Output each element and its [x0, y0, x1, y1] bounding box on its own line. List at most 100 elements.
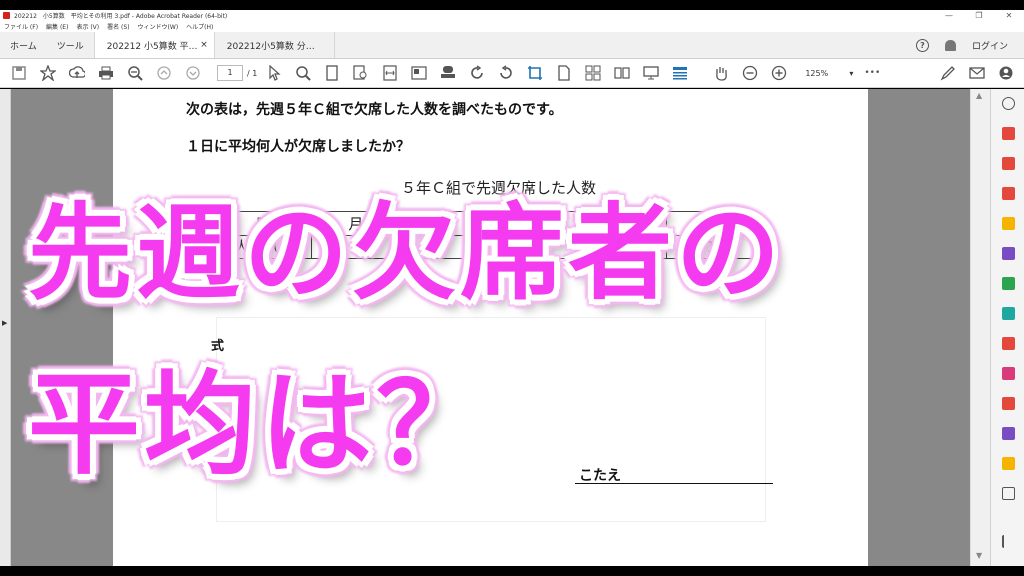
organize-pages-icon[interactable] — [1002, 307, 1015, 320]
tab-document-active[interactable]: 202212 小5算数 平… × — [93, 32, 214, 58]
image-page-icon[interactable] — [408, 62, 430, 84]
work-area — [216, 317, 766, 522]
table-cell: 金 — [666, 211, 756, 236]
rotate-counterclockwise-icon[interactable] — [495, 62, 517, 84]
fill-sign-icon[interactable] — [1002, 247, 1015, 260]
fit-page-icon[interactable] — [321, 62, 343, 84]
right-tools-panel — [990, 89, 1024, 566]
rotate-clockwise-icon[interactable] — [466, 62, 488, 84]
table-cell: 火 — [399, 211, 490, 236]
menu-file[interactable]: ファイル (F) — [4, 22, 38, 31]
search-tools-icon[interactable] — [1002, 97, 1015, 110]
page-up-icon[interactable] — [153, 62, 175, 84]
more-tools-add-icon[interactable] — [1002, 487, 1015, 500]
restore-button[interactable]: ❐ — [964, 11, 994, 20]
tab-document-title-2: 202212小5算数 分… — [226, 41, 315, 52]
two-page-icon[interactable] — [582, 62, 604, 84]
main-toolbar: 1 / 1 125% ▾ ••• — [0, 59, 1024, 88]
vertical-scrollbar[interactable]: ▲ ▼ — [970, 89, 990, 566]
table-caption: ５年Ｃ組で先週欠席した人数 — [401, 179, 597, 197]
zoom-marquee-icon[interactable] — [292, 62, 314, 84]
table-cell: 水 — [488, 211, 579, 236]
left-panel-collapsed[interactable]: ▶ — [0, 89, 11, 566]
tab-document-second[interactable]: 202212小5算数 分… — [213, 32, 334, 58]
menu-sign[interactable]: 署名 (S) — [107, 22, 129, 31]
login-button[interactable]: ログイン — [972, 39, 1008, 52]
export-pdf-icon[interactable] — [1002, 187, 1015, 200]
help-icon[interactable]: ? — [915, 38, 929, 52]
tab-home[interactable]: ホーム — [0, 32, 47, 58]
protect-icon[interactable] — [1002, 367, 1015, 380]
question-text-1: 次の表は，先週５年Ｃ組で欠席した人数を調べたものです。 — [186, 102, 563, 118]
question-text-2: １日に平均何人が欠席しましたか？ — [186, 139, 410, 155]
fit-width-icon[interactable] — [379, 62, 401, 84]
find-icon[interactable] — [350, 62, 372, 84]
more-tools-icon[interactable]: ••• — [861, 62, 883, 84]
edit-pdf-icon[interactable] — [1002, 277, 1015, 290]
stamp-tool-icon[interactable] — [1002, 457, 1015, 470]
zoom-out-icon[interactable] — [739, 62, 761, 84]
page-down-icon[interactable] — [182, 62, 204, 84]
table-cell: 曜日 — [231, 211, 312, 236]
answer-underline — [575, 483, 773, 484]
table-cell: 1 — [666, 234, 756, 259]
page-number-input[interactable]: 1 — [217, 65, 243, 81]
combine-files-icon[interactable] — [1002, 157, 1015, 170]
table-cell: 人数（人） — [231, 234, 312, 259]
window-title: 202212 小5算数 平均とその利用 3.pdf - Adobe Acroba… — [14, 13, 228, 20]
close-window-button[interactable]: ✕ — [994, 11, 1024, 20]
send-for-sign-icon[interactable] — [1002, 427, 1015, 440]
menu-bar: ファイル (F) 編集 (E) 表示 (V) 署名 (S) ウィンドウ(W) ヘ… — [0, 21, 1024, 32]
zoom-in-icon[interactable] — [768, 62, 790, 84]
redact-icon[interactable] — [1002, 337, 1015, 350]
cloud-upload-icon[interactable] — [66, 62, 88, 84]
scroll-down-arrow-icon[interactable]: ▼ — [976, 551, 982, 560]
table-cell — [399, 234, 490, 259]
comment-icon[interactable] — [1002, 217, 1015, 230]
absence-table: 曜日 月 火 水 木 金 人数（人） 1 — [231, 211, 756, 259]
zoom-out-search-icon[interactable] — [124, 62, 146, 84]
letterbox-top — [0, 0, 1024, 10]
presentation-icon[interactable] — [640, 62, 662, 84]
scroll-up-arrow-icon[interactable]: ▲ — [976, 91, 982, 100]
formula-label: 式 — [211, 339, 225, 354]
tab-close-icon[interactable]: × — [200, 40, 208, 50]
tab-spacer — [333, 32, 916, 58]
book-view-icon[interactable] — [611, 62, 633, 84]
tab-tools[interactable]: ツール — [47, 32, 94, 58]
mail-icon[interactable] — [966, 62, 988, 84]
letterbox-bottom — [0, 566, 1024, 576]
collapse-panel-icon[interactable] — [1002, 535, 1015, 548]
reading-mode-icon[interactable] — [669, 62, 691, 84]
compress-icon[interactable] — [1002, 397, 1015, 410]
tab-bar: ホーム ツール 202212 小5算数 平… × 202212小5算数 分… ?… — [0, 32, 1024, 59]
pdf-page: 次の表は，先週５年Ｃ組で欠席した人数を調べたものです。 １日に平均何人が欠席しま… — [113, 89, 868, 566]
stamp-icon[interactable] — [437, 62, 459, 84]
table-cell — [577, 234, 668, 259]
notification-bell-icon[interactable] — [944, 39, 956, 51]
select-cursor-icon[interactable] — [263, 62, 285, 84]
menu-edit[interactable]: 編集 (E) — [46, 22, 68, 31]
zoom-dropdown[interactable]: 125% ▾ — [805, 69, 853, 78]
crop-tool-icon[interactable] — [524, 62, 546, 84]
table-cell: 木 — [577, 211, 668, 236]
expand-left-arrow-icon[interactable]: ▶ — [2, 319, 7, 327]
menu-help[interactable]: ヘルプ(H) — [186, 22, 213, 31]
table-cell — [311, 234, 401, 259]
save-icon[interactable] — [8, 62, 30, 84]
window-titlebar: 202212 小5算数 平均とその利用 3.pdf - Adobe Acroba… — [0, 10, 1024, 21]
menu-window[interactable]: ウィンドウ(W) — [138, 22, 179, 31]
zoom-value: 125% — [805, 68, 829, 78]
print-icon[interactable] — [95, 62, 117, 84]
menu-view[interactable]: 表示 (V) — [76, 22, 99, 31]
hand-tool-icon[interactable] — [710, 62, 732, 84]
share-user-icon[interactable] — [995, 62, 1017, 84]
create-pdf-icon[interactable] — [1002, 127, 1015, 140]
bookmark-star-icon[interactable] — [37, 62, 59, 84]
sign-pen-icon[interactable] — [937, 62, 959, 84]
minimize-button[interactable]: — — [934, 11, 964, 20]
table-cell — [488, 234, 579, 259]
single-page-icon[interactable] — [553, 62, 575, 84]
table-row-count: 人数（人） 1 — [231, 234, 756, 259]
table-cell: 月 — [311, 211, 401, 236]
